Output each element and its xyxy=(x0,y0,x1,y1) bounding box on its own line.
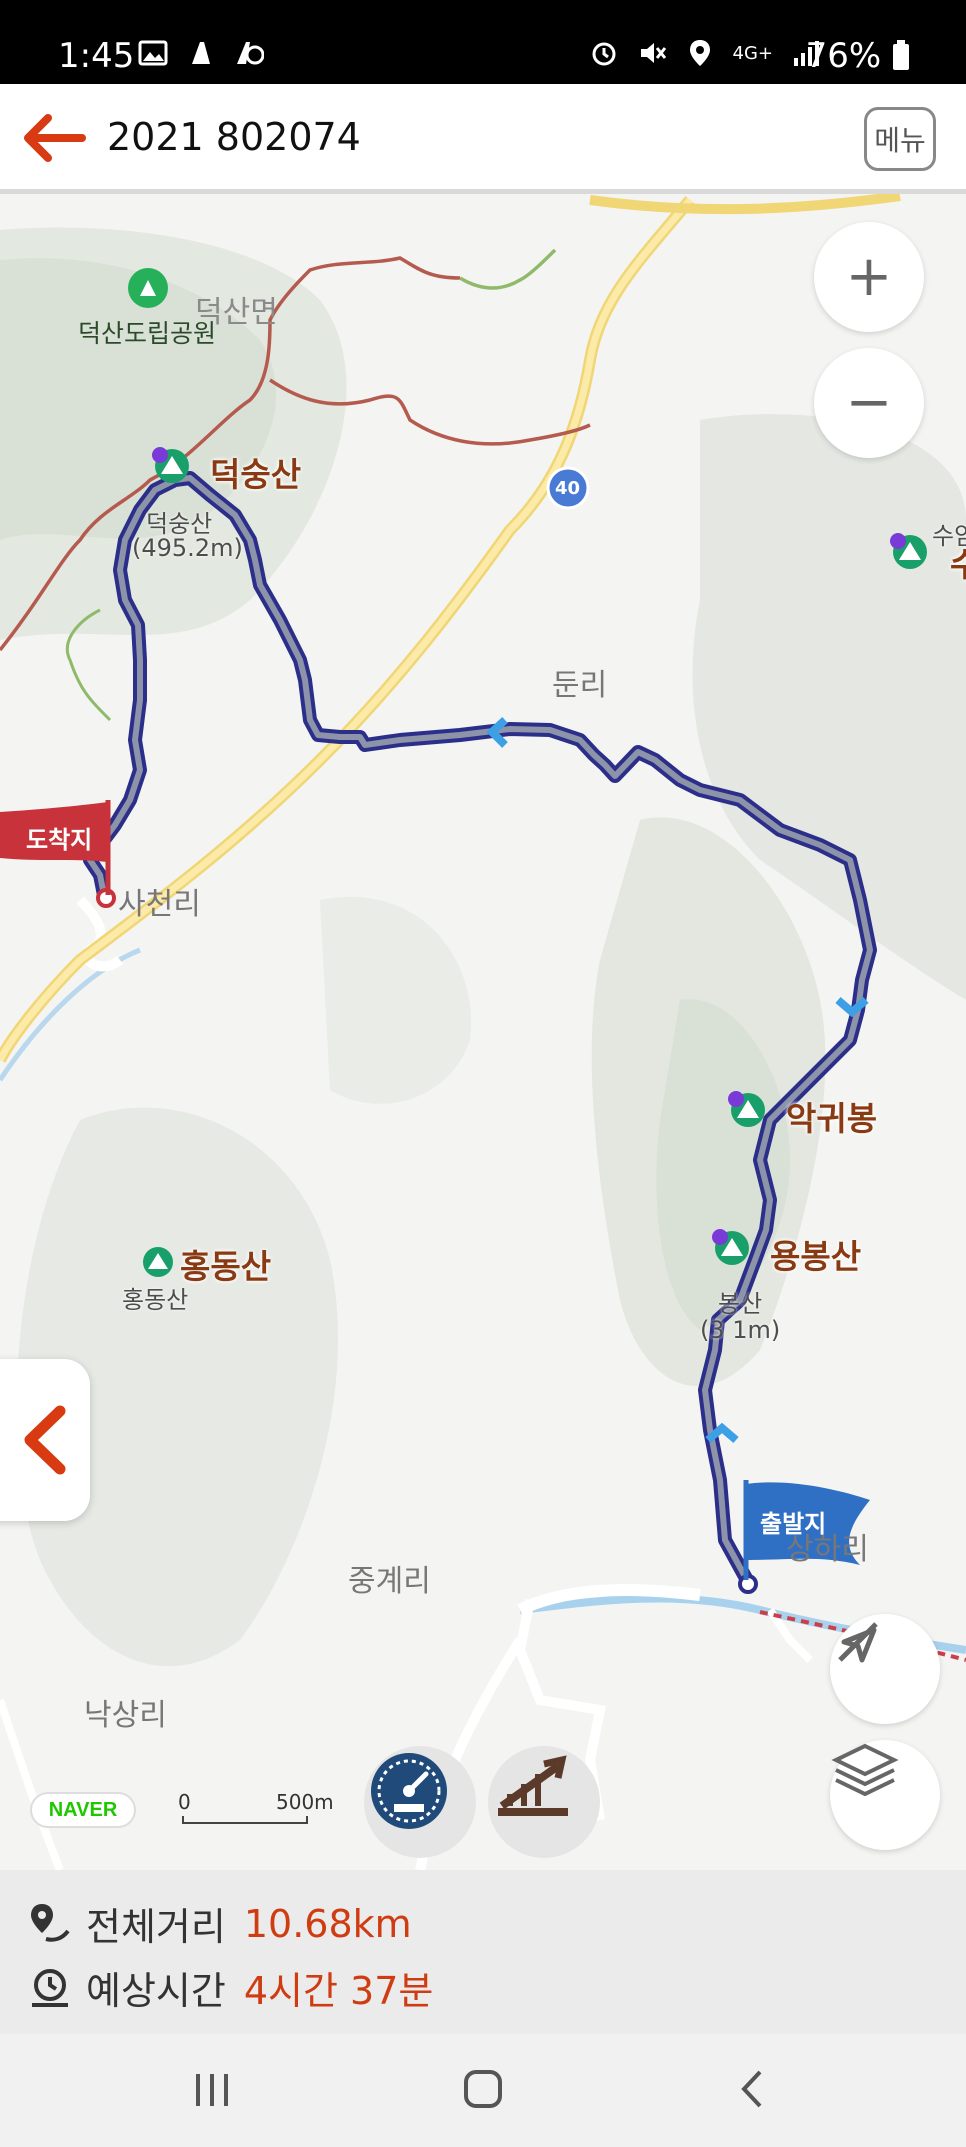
compass-off-icon xyxy=(838,1622,878,1663)
system-nav-bar xyxy=(0,2034,966,2147)
menu-button[interactable]: 메뉴 xyxy=(864,107,936,171)
map-scale: 0 500m xyxy=(178,1790,334,1824)
time-value: 4시간 37분 xyxy=(243,1969,434,2013)
place-label-sacheonri: 사천리 xyxy=(118,887,201,922)
zoom-out-button[interactable]: − xyxy=(814,348,924,458)
side-panel-toggle[interactable] xyxy=(0,1359,90,1521)
distance-label: 전체거리 xyxy=(86,1905,226,1949)
distance-value: 10.68km xyxy=(243,1901,412,1946)
location-icon xyxy=(689,40,710,66)
route-number-sign: 40 xyxy=(555,478,581,499)
scale-distance: 500m xyxy=(276,1790,334,1814)
place-label-dunri: 둔리 xyxy=(552,668,608,703)
peak-elevation-deoksungsan: (495.2m) xyxy=(132,534,243,562)
distance-row: 전체거리 10.68km xyxy=(28,1896,412,1951)
peak-label-deoksungsan: 덕숭산 xyxy=(210,455,302,494)
home-icon[interactable] xyxy=(462,2068,504,2110)
place-label-junggyeri: 중계리 xyxy=(348,1564,431,1599)
map-canvas xyxy=(0,194,966,1870)
plus-icon: + xyxy=(845,244,893,309)
route-pin-icon xyxy=(31,1903,70,1942)
notification-icon xyxy=(192,42,210,64)
slope-icon xyxy=(498,1755,568,1816)
notification-icon xyxy=(237,42,264,65)
alarm-icon xyxy=(592,42,616,66)
naver-logo: NAVER xyxy=(30,1792,136,1828)
speedometer-button[interactable] xyxy=(364,1746,476,1858)
route-info-panel: 전체거리 10.68km 예상시간 4시간 37분 xyxy=(0,1870,966,2034)
map-view[interactable]: 덕산면 덕산도립공원 둔리 사천리 중계리 낙상리 상하리 덕숭산 덕숭산 (4… xyxy=(0,194,966,1870)
app-header: 2021 802074 메뉴 xyxy=(0,84,966,194)
end-flag-label: 도착지 xyxy=(26,826,93,854)
layers-button[interactable] xyxy=(830,1740,940,1850)
peak-sublabel-hongdongsan: 홍동산 xyxy=(122,1286,189,1314)
battery-level: 76% xyxy=(806,36,910,76)
speedometer-icon xyxy=(371,1753,447,1829)
peak-label-hongdongsan: 홍동산 xyxy=(180,1247,272,1286)
status-time: 1:45 xyxy=(58,36,135,76)
status-bar: 1:45 4G+ 76% xyxy=(0,0,966,84)
recent-apps-icon[interactable] xyxy=(192,2070,232,2110)
mute-icon xyxy=(640,43,666,63)
peak-label-partial: 수 xyxy=(950,545,966,584)
time-row: 예상시간 4시간 37분 xyxy=(28,1960,433,2015)
place-label-naksangri: 낙상리 xyxy=(84,1698,167,1733)
peak-elevation-yongbongsan: (3 1m) xyxy=(700,1316,781,1344)
network-type: 4G+ xyxy=(732,42,773,64)
battery-icon xyxy=(893,40,909,70)
image-icon xyxy=(138,40,168,66)
location-tracking-button[interactable] xyxy=(830,1614,940,1724)
layers-icon xyxy=(831,1743,899,1797)
peak-label-akgwibong: 악귀봉 xyxy=(786,1099,878,1138)
scale-zero: 0 xyxy=(178,1790,191,1814)
clock-icon xyxy=(32,1968,68,2007)
chevron-left-icon xyxy=(24,1405,66,1475)
elevation-profile-button[interactable] xyxy=(488,1746,600,1858)
arrow-left-icon[interactable] xyxy=(18,112,88,164)
back-icon[interactable] xyxy=(736,2068,770,2110)
place-label-deoksan-park: 덕산도립공원 xyxy=(78,319,217,348)
zoom-in-button[interactable]: + xyxy=(814,222,924,332)
page-title: 2021 802074 xyxy=(107,115,361,159)
minus-icon: − xyxy=(845,370,893,435)
peak-label-yongbongsan: 용봉산 xyxy=(770,1237,862,1276)
peak-sublabel-yongbongsan: 봉산 xyxy=(718,1290,763,1318)
start-flag-label: 출발지 xyxy=(760,1510,827,1538)
time-label: 예상시간 xyxy=(86,1969,226,2013)
